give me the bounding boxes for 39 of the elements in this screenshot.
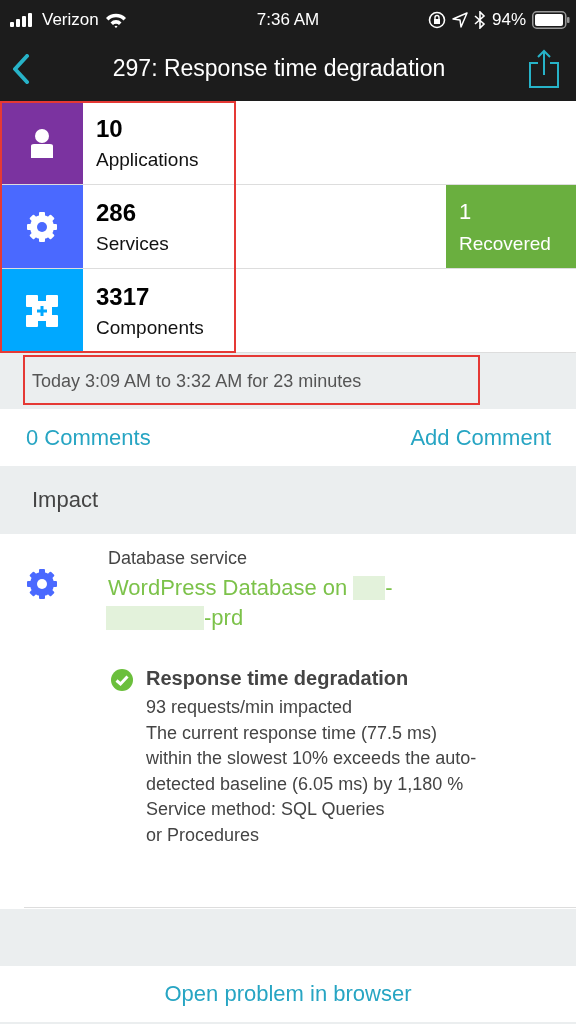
stat-label: Services (96, 232, 170, 255)
add-comment-link[interactable]: Add Comment (410, 424, 551, 451)
entity-type: Database service (108, 548, 249, 569)
location-icon (451, 12, 468, 28)
puzzle-icon (25, 294, 58, 327)
stat-count: 3317 (96, 282, 151, 311)
event-detail: 93 requests/min impacted (146, 696, 354, 719)
clock: 7:36 AM (256, 10, 320, 30)
screen-title: 297: Response time degradation (112, 55, 446, 82)
section-heading: Impact (32, 487, 99, 513)
entity-link[interactable]: -prd (204, 603, 244, 633)
gear-icon (26, 568, 58, 600)
battery-percent: 94% (491, 10, 526, 30)
battery-icon (532, 11, 570, 29)
entity-link[interactable]: WordPress Database on (108, 573, 348, 603)
redaction-block (353, 576, 386, 600)
wifi-icon (104, 12, 127, 28)
carrier-name: Verizon (42, 10, 99, 30)
rotation-lock-icon (427, 11, 446, 29)
stat-label: Components (96, 316, 205, 339)
share-button[interactable] (528, 48, 560, 89)
person-icon (28, 127, 55, 158)
event-detail: detected baseline (6.05 ms) by 1,180 % (146, 772, 465, 796)
gear-icon (25, 210, 58, 243)
entity-link[interactable]: - (385, 573, 393, 603)
back-button[interactable] (12, 53, 30, 84)
event-detail: or Procedures (146, 823, 261, 847)
event-detail: Service method: SQL Queries (146, 798, 386, 821)
stat-label: Applications (96, 148, 200, 171)
event-title: Response time degradation (146, 667, 410, 690)
stat-count: 286 (96, 198, 138, 227)
stat-count: 10 (96, 114, 124, 143)
event-detail: The current response time (77.5 ms) (146, 721, 439, 745)
comments-link[interactable]: 0 Comments (26, 424, 151, 451)
bluetooth-icon (473, 11, 486, 29)
open-in-browser-link[interactable]: Open problem in browser (164, 981, 412, 1007)
timeframe-text: Today 3:09 AM to 3:32 AM for 23 minutes (32, 370, 362, 392)
event-detail: within the slowest 10% exceeds the auto- (146, 747, 477, 770)
recovered-badge[interactable]: 1 Recovered (446, 185, 576, 268)
